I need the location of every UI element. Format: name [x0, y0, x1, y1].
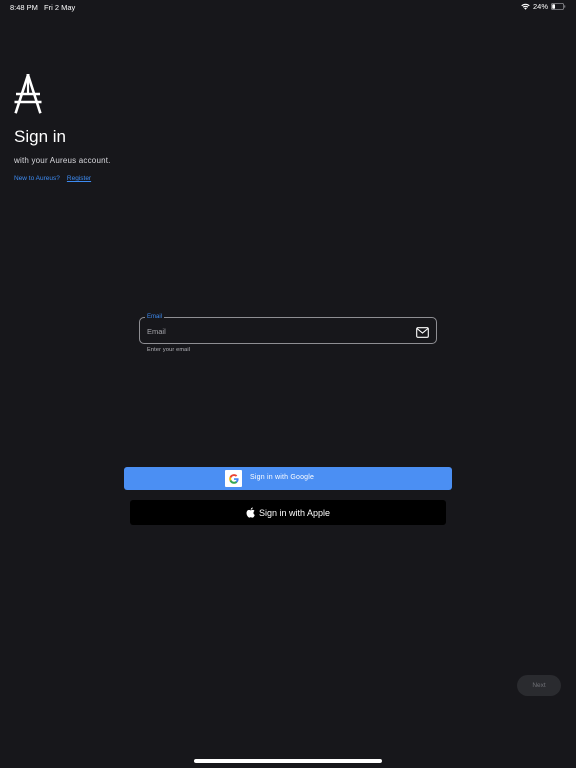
home-indicator[interactable]: [194, 759, 382, 763]
google-button-label: Sign in with Google: [250, 474, 315, 481]
battery-icon: [551, 3, 566, 10]
google-g-icon: [225, 470, 242, 487]
status-indicators: 24%: [521, 2, 566, 11]
email-label: Email: [145, 313, 165, 321]
email-input[interactable]: [147, 324, 407, 338]
email-field[interactable]: Email: [139, 313, 437, 344]
wifi-icon: [521, 3, 530, 10]
apple-logo-icon: [246, 507, 255, 518]
email-helper-text: Enter your email: [147, 347, 191, 353]
sign-in-with-apple-button[interactable]: Sign in with Apple: [130, 500, 446, 525]
aureus-logo-icon: [14, 73, 42, 114]
battery-percentage: 24%: [532, 2, 548, 11]
register-link[interactable]: Register: [67, 175, 91, 182]
page-subtitle: with your Aureus account.: [14, 156, 111, 165]
new-to-text: New to Aureus?: [14, 175, 60, 182]
status-bar: 8:48 PM Fri 2 May 24%: [0, 0, 576, 14]
status-date: Fri 2 May: [44, 3, 76, 12]
page-title: Sign in: [14, 127, 66, 146]
sign-in-with-google-button[interactable]: Sign in with Google: [124, 467, 452, 490]
mail-icon: [416, 325, 429, 338]
apple-button-label: Sign in with Apple: [258, 507, 331, 518]
next-button[interactable]: Next: [517, 675, 561, 696]
register-row: New to Aureus? Register: [14, 175, 91, 182]
status-time: 8:48 PM: [10, 3, 38, 12]
